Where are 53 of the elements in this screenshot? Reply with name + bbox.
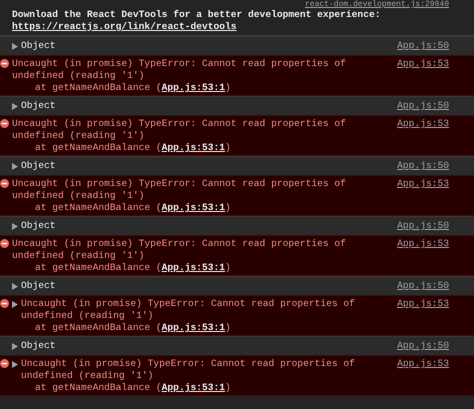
expand-triangle-icon[interactable] (12, 222, 18, 230)
devtools-link[interactable]: https://reactjs.org/link/react-devtools (12, 21, 237, 32)
expand-triangle-icon[interactable] (12, 102, 18, 110)
stack-link[interactable]: App.js:53:1 (162, 142, 226, 153)
error-message: Uncaught (in promise) TypeError: Cannot read properties of undefined (reading '1') (12, 58, 347, 82)
source-link[interactable]: react-dom.development.js:29840 (304, 0, 449, 9)
error-icon (0, 239, 9, 248)
error-message: Uncaught (in promise) TypeError: Cannot read properties of undefined (reading '1') (12, 178, 347, 202)
stack-link[interactable]: App.js:53:1 (162, 82, 226, 93)
source-link[interactable]: App.js:50 (397, 40, 449, 52)
object-label[interactable]: Object (21, 160, 56, 172)
source-link[interactable]: App.js:50 (397, 280, 449, 292)
expand-triangle-icon[interactable] (12, 342, 18, 350)
source-link[interactable]: App.js:50 (397, 100, 449, 112)
stack-trace-line: at getNameAndBalance (App.js:53:1) (34, 382, 232, 394)
error-icon (0, 119, 9, 128)
error-message: Uncaught (in promise) TypeError: Cannot read properties of undefined (reading '1') (12, 118, 347, 142)
error-icon (0, 359, 9, 368)
source-link[interactable]: App.js:53 (397, 238, 449, 250)
expand-triangle-icon[interactable] (12, 282, 18, 290)
source-link[interactable]: App.js:53 (397, 118, 449, 130)
stack-trace-line: at getNameAndBalance (App.js:53:1) (34, 202, 232, 214)
source-link[interactable]: App.js:53 (397, 178, 449, 190)
error-icon (0, 59, 9, 68)
source-link[interactable]: App.js:50 (397, 340, 449, 352)
expand-triangle-icon[interactable] (12, 300, 18, 308)
expand-triangle-icon[interactable] (12, 162, 18, 170)
stack-trace-line: at getNameAndBalance (App.js:53:1) (34, 322, 232, 334)
object-label[interactable]: Object (21, 280, 56, 292)
source-link[interactable]: App.js:53 (397, 358, 449, 370)
stack-link[interactable]: App.js:53:1 (162, 382, 226, 393)
source-link[interactable]: App.js:53 (397, 58, 449, 70)
source-link[interactable]: App.js:50 (397, 220, 449, 232)
object-label[interactable]: Object (21, 100, 56, 112)
error-icon (0, 299, 9, 308)
error-message: Uncaught (in promise) TypeError: Cannot read properties of undefined (reading '1') (21, 298, 356, 322)
error-message: Uncaught (in promise) TypeError: Cannot read properties of undefined (reading '1') (12, 238, 347, 262)
expand-triangle-icon[interactable] (12, 42, 18, 50)
error-icon (0, 179, 9, 188)
expand-triangle-icon[interactable] (12, 360, 18, 368)
object-label[interactable]: Object (21, 340, 56, 352)
error-message: Uncaught (in promise) TypeError: Cannot read properties of undefined (reading '1') (21, 358, 356, 382)
object-label[interactable]: Object (21, 40, 56, 52)
stack-link[interactable]: App.js:53:1 (162, 322, 226, 333)
console-message: Download the React DevTools for a better development experience: https://reactjs.org/link/react-devtools (12, 9, 382, 33)
stack-link[interactable]: App.js:53:1 (162, 202, 226, 213)
source-link[interactable]: App.js:50 (397, 160, 449, 172)
object-label[interactable]: Object (21, 220, 56, 232)
source-link[interactable]: App.js:53 (397, 298, 449, 310)
stack-trace-line: at getNameAndBalance (App.js:53:1) (34, 82, 232, 94)
stack-trace-line: at getNameAndBalance (App.js:53:1) (34, 262, 232, 274)
stack-link[interactable]: App.js:53:1 (162, 262, 226, 273)
stack-trace-line: at getNameAndBalance (App.js:53:1) (34, 142, 232, 154)
